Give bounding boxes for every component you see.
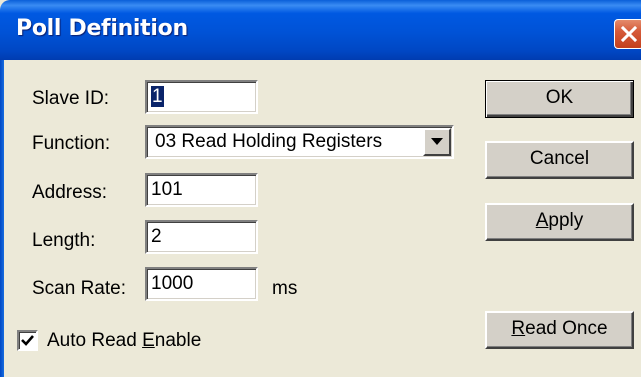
read-once-mnemonic: R <box>511 318 526 339</box>
scan-rate-unit: ms <box>272 278 298 299</box>
dialog-body: Slave ID: 1 Function: 03 Read Holding Re… <box>0 60 641 377</box>
read-once-label-rest: ead Once <box>525 318 608 339</box>
close-button[interactable] <box>614 19 641 49</box>
read-once-button[interactable]: Read Once <box>485 311 634 349</box>
close-icon <box>620 25 638 43</box>
auto-read-label-pre: Auto Read <box>47 330 143 351</box>
scan-rate-label: Scan Rate: <box>32 278 126 299</box>
apply-button[interactable]: Apply <box>485 203 634 241</box>
window-title: Poll Definition <box>16 16 188 41</box>
auto-read-label-post: nable <box>154 330 202 351</box>
slave-id-value: 1 <box>151 86 164 107</box>
address-input[interactable]: 101 <box>145 173 258 207</box>
length-input[interactable]: 2 <box>145 220 258 254</box>
apply-mnemonic: A <box>535 210 549 231</box>
slave-id-label: Slave ID: <box>32 88 110 109</box>
apply-label-rest: pply <box>548 210 584 231</box>
title-bar[interactable]: Poll Definition <box>0 0 641 60</box>
function-label: Function: <box>32 133 111 154</box>
function-dropdown-button[interactable] <box>423 128 451 156</box>
chevron-down-icon <box>431 138 443 145</box>
checkmark-icon <box>21 335 34 346</box>
length-label: Length: <box>32 230 96 251</box>
address-label: Address: <box>32 182 107 203</box>
cancel-button[interactable]: Cancel <box>485 141 634 179</box>
scan-rate-input[interactable]: 1000 <box>145 267 258 301</box>
cancel-button-label: Cancel <box>529 148 590 169</box>
function-select[interactable]: 03 Read Holding Registers <box>145 125 454 159</box>
window-frame-left <box>0 60 4 377</box>
auto-read-enable-checkbox[interactable] <box>17 330 38 351</box>
auto-read-enable-label[interactable]: Auto Read Enable <box>47 330 201 352</box>
address-value: 101 <box>151 179 183 200</box>
scan-rate-value: 1000 <box>151 273 194 294</box>
ok-button[interactable]: OK <box>485 80 634 118</box>
function-select-value: 03 Read Holding Registers <box>155 131 383 152</box>
length-value: 2 <box>151 226 162 247</box>
auto-read-label-mnemonic: E <box>142 330 155 351</box>
slave-id-input[interactable]: 1 <box>145 80 258 114</box>
ok-button-label: OK <box>545 87 574 108</box>
